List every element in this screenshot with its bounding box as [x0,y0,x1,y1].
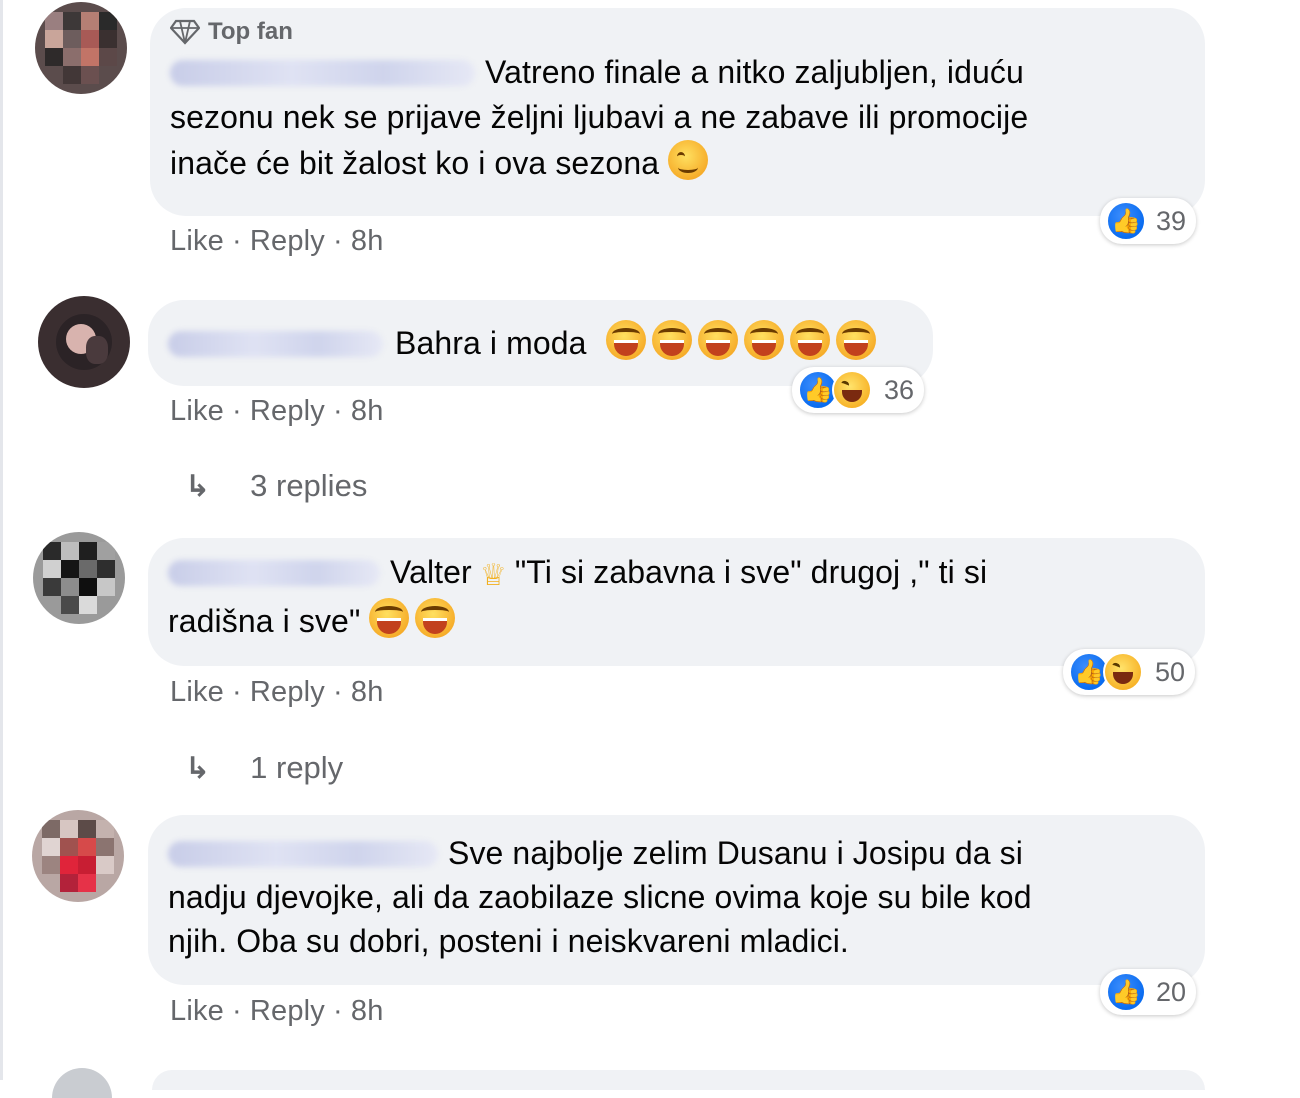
view-replies-link[interactable]: ↳ 1 reply [185,750,343,786]
comment-bubble: Sve najbolje zelim Dusanu i Josipu da si… [148,815,1205,985]
avatar[interactable] [32,810,124,902]
like-button[interactable]: Like [170,995,224,1027]
comment-bubble: Top fan Vatreno finale a nitko zaljublje… [150,8,1205,216]
comment-text: Valter ♕ "Ti si zabavna i sve" drugoj ," t… [168,554,988,639]
next-comment-bubble-partial [152,1070,1205,1090]
avatar[interactable] [35,2,127,94]
reply-button[interactable]: Reply [250,995,325,1027]
reactions-summary[interactable]: 👍 39 [1100,198,1197,244]
like-reaction-icon: 👍 [1106,972,1146,1012]
feed-left-border [0,0,3,1080]
like-button[interactable]: Like [170,225,224,257]
timestamp-link[interactable]: 8h [351,395,384,427]
author-name[interactable] [170,60,475,86]
next-comment-avatar-partial[interactable] [52,1068,112,1098]
top-fan-badge: Top fan [170,18,1185,46]
replies-count-label: 3 replies [250,468,368,503]
comment-actions: Like · Reply · 8h [170,995,384,1027]
laughing-emoji-icon [605,320,646,360]
author-name[interactable] [168,331,383,357]
comment-actions: Like · Reply · 8h [170,395,384,427]
laughing-emoji-icon [369,598,410,638]
haha-reaction-icon [1103,652,1143,692]
author-name[interactable] [168,560,380,586]
reaction-count: 20 [1156,976,1187,1007]
diamond-icon [170,19,200,45]
reply-button[interactable]: Reply [250,225,325,257]
avatar[interactable] [38,296,130,388]
reaction-count: 36 [884,374,915,405]
crown-emoji-icon: ♕ [479,559,507,592]
reaction-count: 50 [1155,656,1186,687]
laughing-emoji-icon [697,320,738,360]
laughing-emoji-icon [415,598,456,638]
timestamp-link[interactable]: 8h [351,676,384,708]
reply-arrow-icon: ↳ [185,469,211,503]
reactions-summary[interactable]: 👍 36 [792,367,925,413]
view-replies-link[interactable]: ↳ 3 replies [185,468,367,504]
comment-actions: Like · Reply · 8h [170,676,384,708]
laughing-emoji-icon [789,320,830,360]
avatar[interactable] [33,532,125,624]
laughing-emoji-icon [835,320,876,360]
timestamp-link[interactable]: 8h [351,995,384,1027]
author-name[interactable] [168,841,438,867]
reply-arrow-icon: ↳ [185,751,211,785]
laughing-emoji-icon [651,320,692,360]
haha-reaction-icon [832,370,872,410]
reply-button[interactable]: Reply [250,676,325,708]
comment-bubble: Valter ♕ "Ti si zabavna i sve" drugoj ," t… [148,538,1205,666]
reaction-count: 39 [1156,205,1187,236]
reactions-summary[interactable]: 👍 50 [1063,649,1196,695]
like-button[interactable]: Like [170,676,224,708]
laughing-emoji-icon [743,320,784,360]
like-button[interactable]: Like [170,395,224,427]
reactions-summary[interactable]: 👍 20 [1100,969,1197,1015]
reply-button[interactable]: Reply [250,395,325,427]
comment-text: Sve najbolje zelim Dusanu i Josipu da si… [168,835,1032,959]
winking-face-emoji-icon [668,140,709,180]
like-reaction-icon: 👍 [1106,201,1146,241]
comment-actions: Like · Reply · 8h [170,225,384,257]
timestamp-link[interactable]: 8h [351,225,384,257]
replies-count-label: 1 reply [250,750,344,785]
top-fan-label: Top fan [208,18,293,45]
comment-text: Vatreno finale a nitko zaljubljen, iduću… [170,54,1029,181]
